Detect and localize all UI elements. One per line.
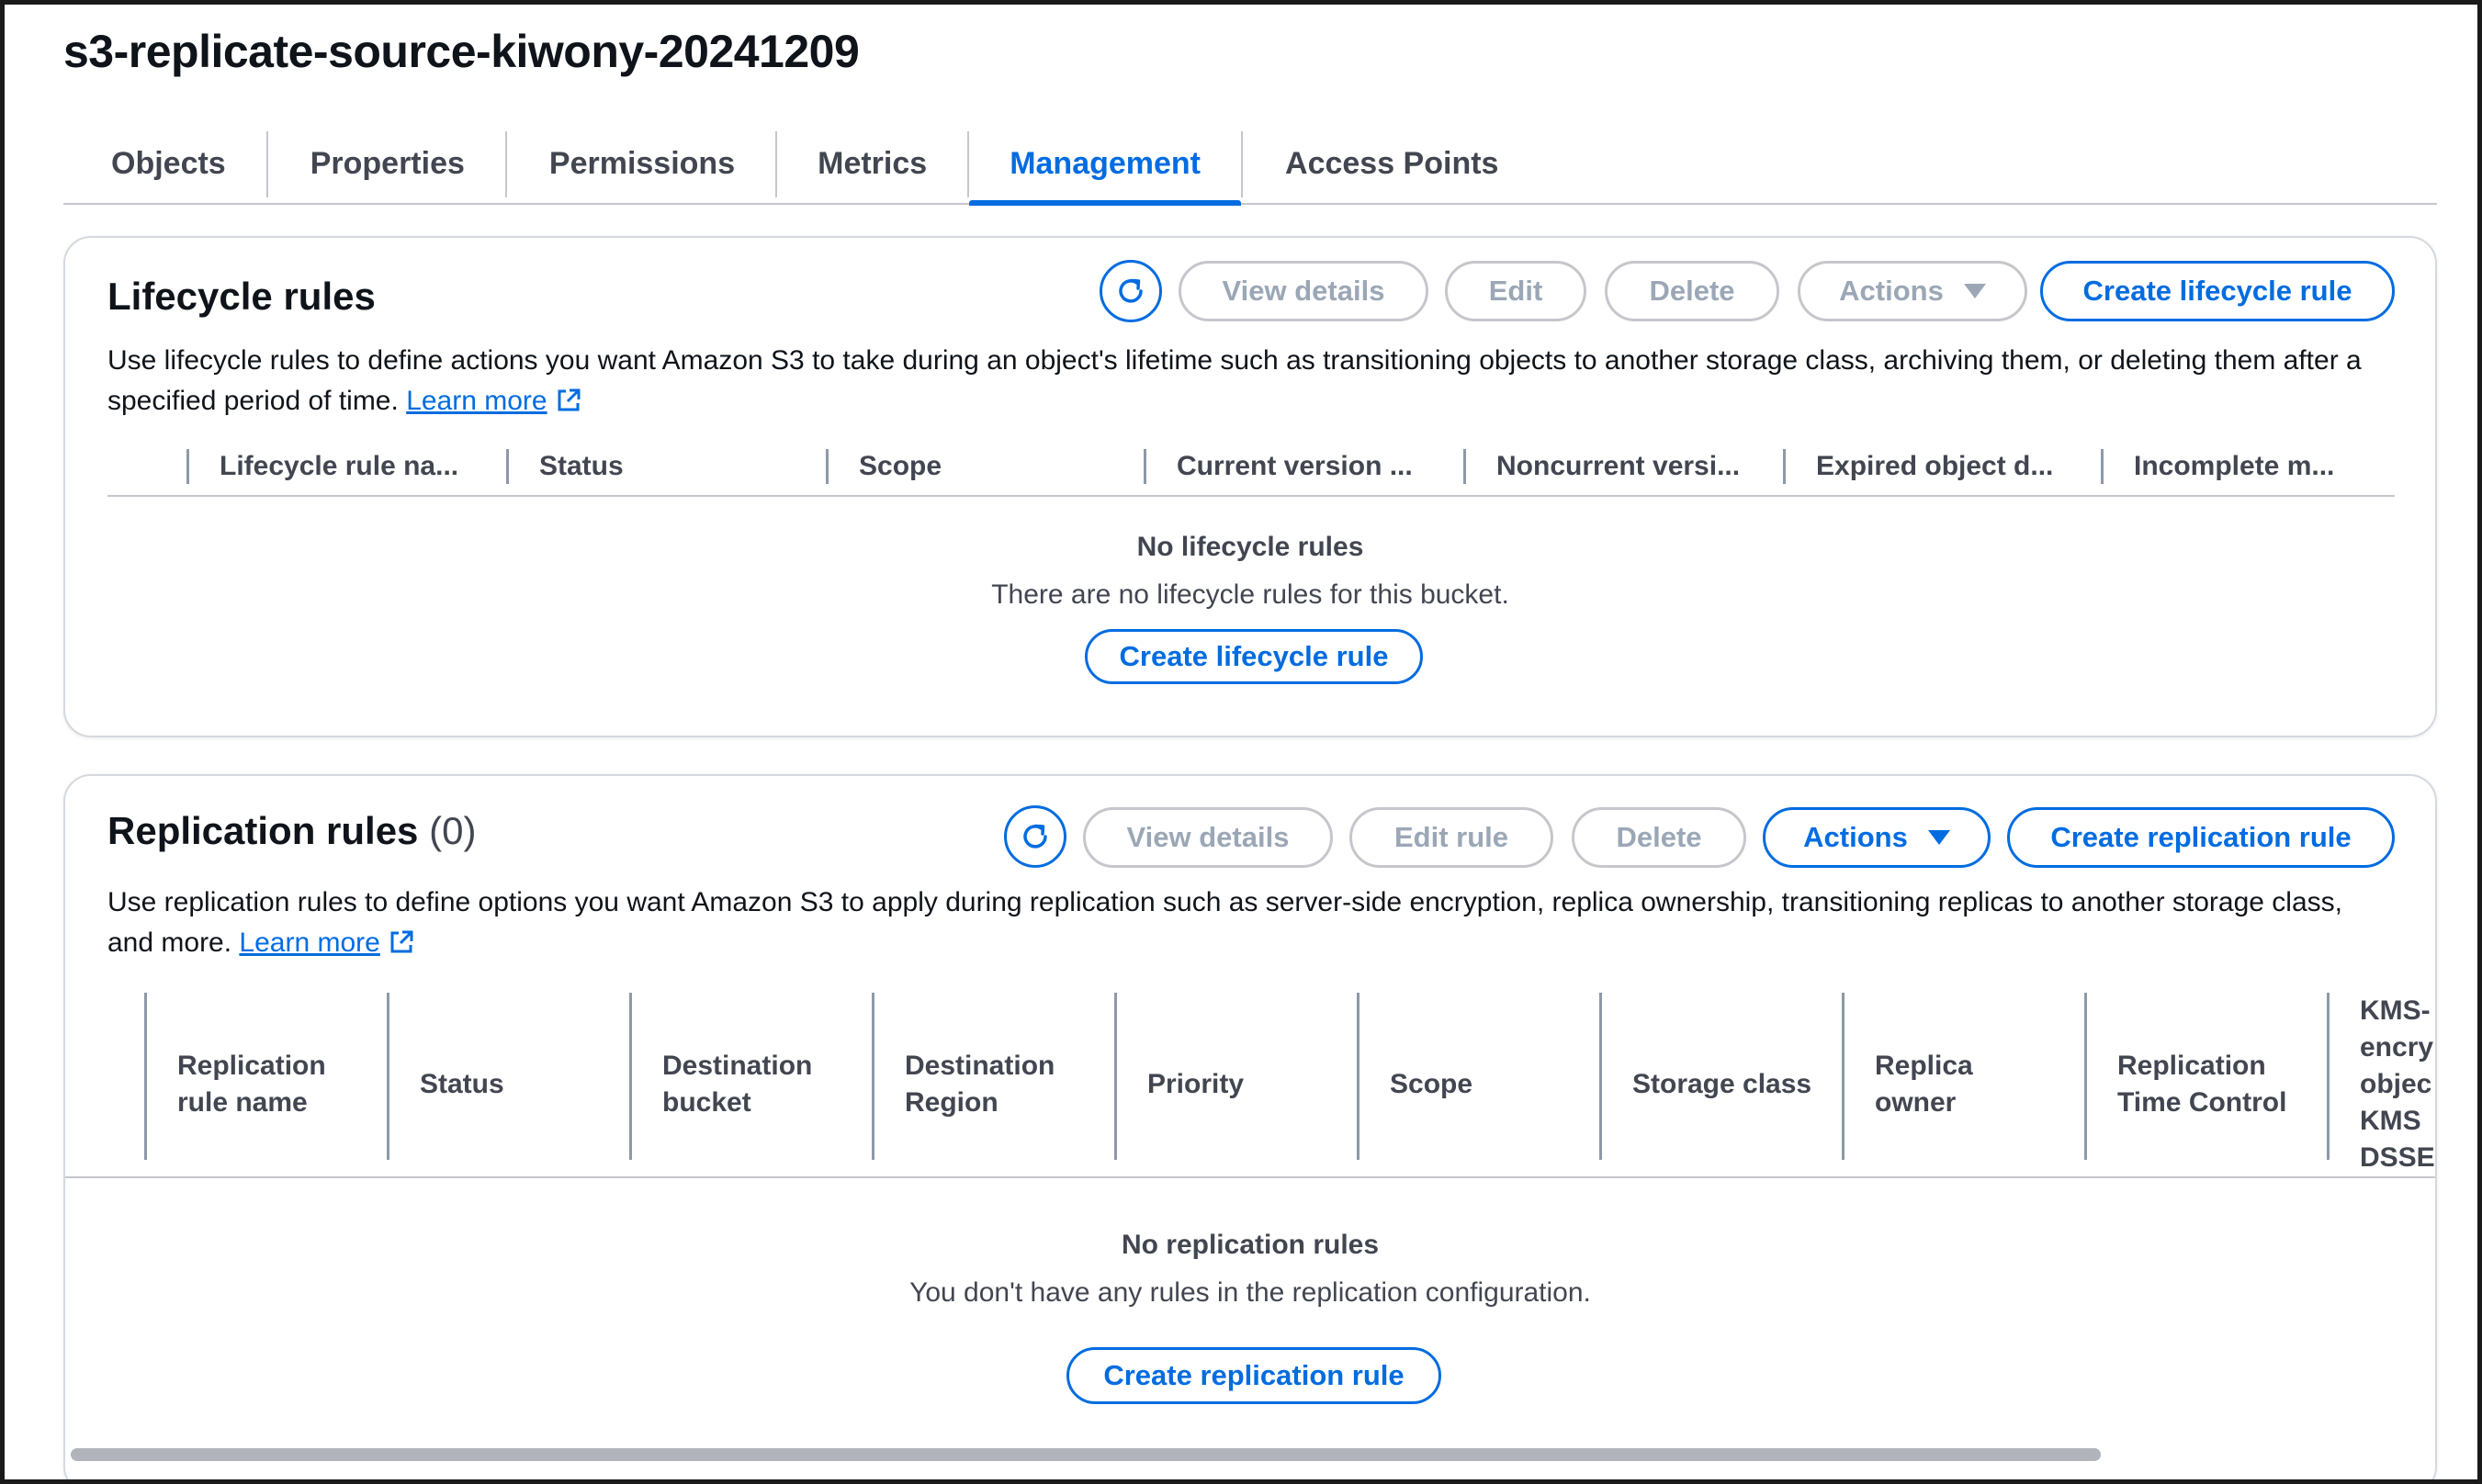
replication-empty-subtitle: You don't have any rules in the replicat… — [909, 1277, 1591, 1308]
tab-permissions[interactable]: Permissions — [507, 124, 775, 203]
replication-actions-dropdown[interactable]: Actions — [1763, 807, 1991, 868]
horizontal-scrollbar[interactable] — [71, 1448, 2101, 1461]
tab-access-points[interactable]: Access Points — [1243, 124, 1539, 203]
lifecycle-col-scope[interactable]: Scope — [826, 438, 1144, 495]
replication-rules-title: Replication rules (0) — [107, 809, 476, 853]
lifecycle-col-incomplete-multipart[interactable]: Incomplete m... — [2101, 438, 2395, 495]
refresh-icon — [1119, 278, 1143, 303]
create-replication-rule-button[interactable]: Create replication rule — [2007, 807, 2395, 868]
external-link-icon — [558, 388, 581, 411]
refresh-icon — [1023, 824, 1047, 849]
lifecycle-empty-subtitle: There are no lifecycle rules for this bu… — [991, 579, 1509, 610]
tab-bar: Objects Properties Permissions Metrics M… — [63, 124, 2437, 206]
replication-description: Use replication rules to define options … — [107, 887, 2342, 958]
replication-empty-title: No replication rules — [1121, 1230, 1380, 1260]
replication-col-kms-encrypted[interactable]: KMS-encry objec KMS DSSE — [2327, 993, 2435, 1176]
replication-col-replica-owner[interactable]: Replica owner — [1842, 993, 2084, 1176]
select-column-header — [65, 993, 144, 1176]
caret-down-icon — [1927, 830, 1950, 845]
tab-objects[interactable]: Objects — [63, 124, 266, 203]
replication-learn-more-link[interactable]: Learn more — [239, 928, 379, 958]
lifecycle-rules-title: Lifecycle rules — [107, 275, 376, 318]
tab-properties[interactable]: Properties — [268, 124, 505, 203]
replication-col-destination-bucket[interactable]: Destination bucket — [629, 993, 872, 1176]
replication-table-header: Replication rule name Status Destination b… — [65, 993, 2435, 1178]
replication-rules-panel: Replication rules (0) View details Edit … — [63, 774, 2437, 1479]
replication-col-status[interactable]: Status — [387, 993, 629, 1176]
lifecycle-rules-panel: Lifecycle rules View details Edit Delete… — [63, 236, 2437, 737]
lifecycle-col-current-version[interactable]: Current version ... — [1144, 438, 1463, 495]
replication-refresh-button[interactable] — [1004, 805, 1066, 868]
replication-col-time-control[interactable]: Replication Time Control — [2084, 993, 2327, 1176]
replication-delete-button[interactable]: Delete — [1572, 807, 1746, 868]
external-link-icon — [390, 930, 413, 953]
lifecycle-actions-dropdown[interactable]: Actions — [1798, 261, 2027, 321]
replication-edit-rule-button[interactable]: Edit rule — [1349, 807, 1553, 868]
replication-title-text: Replication rules — [107, 809, 419, 852]
replication-col-rule-name[interactable]: Replication rule name — [144, 993, 387, 1176]
replication-col-storage-class[interactable]: Storage class — [1599, 993, 1842, 1176]
replication-col-priority[interactable]: Priority — [1114, 993, 1357, 1176]
lifecycle-delete-button[interactable]: Delete — [1605, 261, 1779, 321]
lifecycle-col-status[interactable]: Status — [506, 438, 826, 495]
create-lifecycle-rule-empty-button[interactable]: Create lifecycle rule — [1085, 629, 1423, 684]
lifecycle-col-expired-object[interactable]: Expired object d... — [1783, 438, 2101, 495]
create-lifecycle-rule-button[interactable]: Create lifecycle rule — [2040, 261, 2395, 321]
select-column-header — [107, 438, 186, 495]
lifecycle-view-details-button[interactable]: View details — [1179, 261, 1428, 321]
lifecycle-col-noncurrent-version[interactable]: Noncurrent versi... — [1463, 438, 1783, 495]
replication-rules-count: (0) — [429, 809, 477, 852]
lifecycle-table-header: Lifecycle rule na... Status Scope Curren… — [107, 438, 2395, 497]
create-replication-rule-empty-button[interactable]: Create replication rule — [1066, 1347, 1441, 1404]
lifecycle-col-rule-name[interactable]: Lifecycle rule na... — [186, 438, 506, 495]
lifecycle-learn-more-link[interactable]: Learn more — [406, 386, 547, 416]
page-title: s3-replicate-source-kiwony-20241209 — [63, 26, 860, 77]
replication-view-details-button[interactable]: View details — [1083, 807, 1333, 868]
lifecycle-refresh-button[interactable] — [1100, 260, 1162, 322]
replication-col-scope[interactable]: Scope — [1357, 993, 1599, 1176]
tab-metrics[interactable]: Metrics — [777, 124, 967, 203]
caret-down-icon — [1963, 284, 1986, 298]
lifecycle-empty-title: No lifecycle rules — [1136, 532, 1364, 562]
lifecycle-edit-button[interactable]: Edit — [1445, 261, 1586, 321]
app-frame: s3-replicate-source-kiwony-20241209 Obje… — [5, 5, 2477, 1479]
lifecycle-description: Use lifecycle rules to define actions yo… — [107, 345, 2362, 416]
replication-col-destination-region[interactable]: Destination Region — [872, 993, 1114, 1176]
tab-management[interactable]: Management — [969, 124, 1241, 206]
